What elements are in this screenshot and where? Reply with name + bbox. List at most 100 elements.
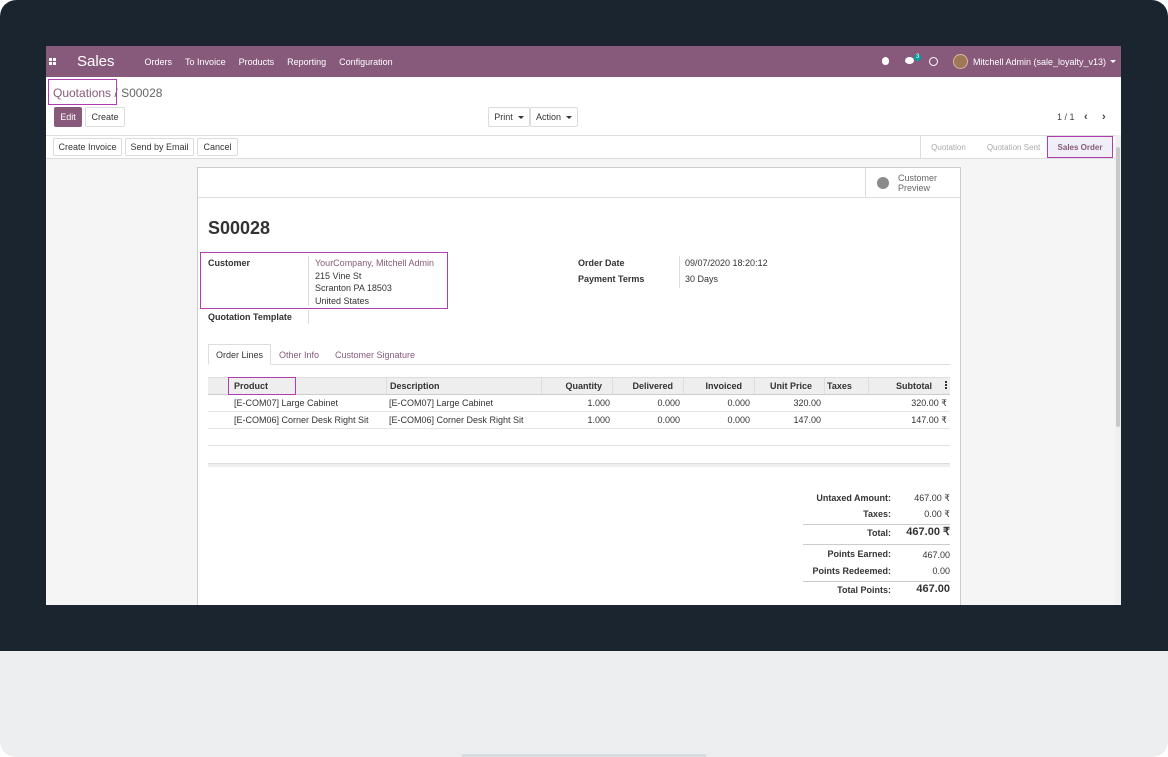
app-name: Sales [77, 53, 115, 70]
menu-to-invoice[interactable]: To Invoice [185, 57, 226, 67]
points-earned-label: Points Earned: [827, 549, 891, 559]
pager-previous-icon[interactable]: ‹ [1084, 111, 1088, 123]
order-date-value: 09/07/2020 18:20:12 [685, 258, 768, 268]
print-label: Print [494, 112, 513, 122]
cell-unit-price: 320.00 [793, 398, 821, 408]
bug-icon[interactable] [881, 56, 891, 67]
tab-order-lines[interactable]: Order Lines [208, 344, 271, 365]
total-points-value: 467.00 [916, 583, 950, 595]
payment-terms-value: 30 Days [685, 274, 719, 284]
cell-delivered: 0.000 [657, 415, 680, 425]
col-description[interactable]: Description [386, 378, 541, 394]
table-row[interactable]: [E-COM07] Large Cabinet [E-COM07] Large … [208, 395, 950, 412]
highlight-box [200, 252, 448, 309]
table-header: Product Description Quantity Delivered I… [208, 377, 950, 395]
sheet-button-box: Customer Preview [198, 168, 960, 198]
col-unit-price[interactable]: Unit Price [754, 378, 824, 394]
cell-quantity: 1.000 [587, 415, 610, 425]
cell-quantity: 1.000 [587, 398, 610, 408]
edit-button[interactable]: Edit [54, 107, 82, 127]
cancel-button[interactable]: Cancel [197, 138, 238, 156]
create-invoice-button[interactable]: Create Invoice [53, 138, 122, 156]
tab-customer-signature[interactable]: Customer Signature [330, 344, 420, 365]
menu-configuration[interactable]: Configuration [339, 57, 393, 67]
cell-invoiced: 0.000 [727, 415, 750, 425]
cell-unit-price: 147.00 [793, 415, 821, 425]
total-label: Total: [867, 528, 891, 538]
user-menu[interactable]: Mitchell Admin (sale_loyalty_v13) [973, 57, 1106, 67]
status-quotation-sent[interactable]: Quotation Sent [978, 136, 1049, 158]
preview-line-2: Preview [898, 182, 931, 193]
total-value: 467.00 ₹ [906, 526, 950, 538]
col-subtotal[interactable]: Subtotal [868, 378, 938, 394]
untaxed-amount-label: Untaxed Amount: [816, 493, 891, 503]
screen: Sales Orders To Invoice Products Reporti… [46, 46, 1121, 605]
device-frame: Sales Orders To Invoice Products Reporti… [0, 0, 1168, 757]
customer-preview-button[interactable]: Customer Preview [865, 168, 960, 197]
menu-products[interactable]: Products [239, 57, 275, 67]
pager-next-icon[interactable]: › [1102, 111, 1106, 123]
action-label: Action [535, 112, 561, 122]
table-footer [208, 463, 950, 467]
taxes-label: Taxes: [863, 509, 891, 519]
status-sales-order[interactable]: Sales Order [1047, 136, 1113, 158]
untaxed-amount-value: 467.00 ₹ [914, 493, 950, 503]
status-quotation[interactable]: Quotation [920, 136, 976, 158]
preview-line-1: Customer [898, 172, 938, 183]
notebook-tabs: Order Lines Other Info Customer Signatur… [208, 344, 950, 365]
chevron-down-icon[interactable] [1110, 60, 1116, 63]
cell-description: [E-COM06] Corner Desk Right Sit [389, 415, 524, 425]
highlight-box [228, 377, 296, 395]
col-delivered[interactable]: Delivered [612, 378, 683, 394]
totals-divider [803, 581, 950, 582]
clock-icon[interactable] [928, 56, 939, 67]
caret-down-icon [517, 115, 524, 119]
form-sheet: Customer Preview S00028 Customer YourCom… [197, 167, 961, 605]
print-dropdown[interactable]: Print [488, 107, 530, 127]
action-dropdown[interactable]: Action [530, 107, 578, 127]
taxes-value: 0.00 ₹ [924, 509, 950, 519]
cell-taxes [824, 412, 868, 428]
highlight-box [48, 79, 117, 105]
order-title: S00028 [208, 218, 271, 238]
quotation-template-field[interactable] [308, 310, 309, 324]
caret-down-icon [566, 115, 572, 119]
optional-columns-icon[interactable] [945, 381, 947, 390]
tab-other-info[interactable]: Other Info [274, 344, 324, 365]
points-redeemed-label: Points Redeemed: [812, 566, 891, 576]
col-quantity[interactable]: Quantity [541, 378, 612, 394]
col-taxes[interactable]: Taxes [824, 378, 868, 394]
globe-icon [877, 176, 889, 189]
total-points-label: Total Points: [837, 585, 891, 595]
menu-orders[interactable]: Orders [145, 57, 173, 67]
cell-taxes [824, 395, 868, 411]
cell-product: [E-COM06] Corner Desk Right Sit [234, 415, 369, 425]
pager-value[interactable]: 1 / 1 [1057, 112, 1075, 122]
user-avatar[interactable] [952, 54, 968, 69]
apps-grid-icon[interactable] [49, 58, 63, 65]
col-invoiced[interactable]: Invoiced [683, 378, 754, 394]
cell-product: [E-COM07] Large Cabinet [234, 398, 339, 408]
scrollbar[interactable] [1115, 135, 1121, 605]
payment-terms-label: Payment Terms [578, 274, 645, 284]
top-navbar: Sales Orders To Invoice Products Reporti… [46, 46, 1121, 77]
points-redeemed-value: 0.00 [932, 566, 950, 576]
table-row-empty[interactable] [208, 429, 950, 446]
customer-preview-label: Customer Preview [898, 173, 937, 193]
chat-badge: 3 [913, 53, 922, 61]
field-divider [679, 256, 680, 288]
menu-reporting[interactable]: Reporting [287, 57, 326, 67]
create-button[interactable]: Create [85, 107, 125, 127]
cell-description: [E-COM07] Large Cabinet [389, 398, 494, 408]
cell-delivered: 0.000 [657, 398, 680, 408]
table-row[interactable]: [E-COM06] Corner Desk Right Sit [E-COM06… [208, 412, 950, 429]
cell-invoiced: 0.000 [727, 398, 750, 408]
scrollbar-thumb[interactable] [1116, 147, 1120, 427]
order-date-label: Order Date [578, 258, 625, 268]
chat-icon[interactable]: 3 [904, 53, 922, 67]
cell-subtotal: 147.00 ₹ [911, 414, 947, 425]
breadcrumb-current: S00028 [121, 86, 163, 100]
cell-subtotal: 320.00 ₹ [911, 397, 947, 408]
statusbar: Create Invoice Send by Email Cancel Quot… [46, 135, 1121, 159]
send-by-email-button[interactable]: Send by Email [125, 138, 194, 156]
